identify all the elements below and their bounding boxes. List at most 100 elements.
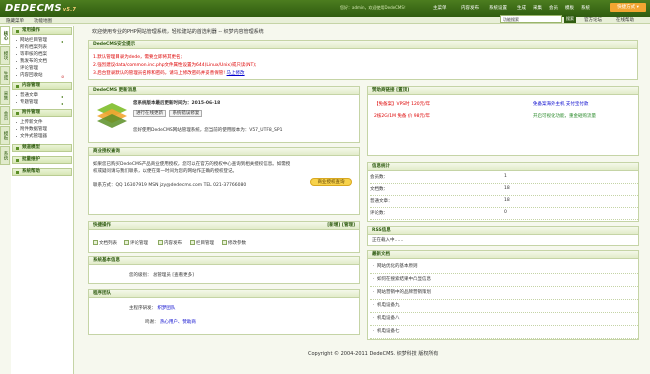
nav-template[interactable]: 模板	[562, 4, 577, 13]
online-update-button[interactable]: 进行在线更新	[133, 110, 166, 117]
vtab-system[interactable]: 系统	[0, 146, 10, 165]
license-text: 如果您已购买DedeCMS产品商业使用授权，您可以在官方的授权中心查询到相关授权…	[93, 162, 291, 174]
security-line-1: 1.默认管理目录为dede，需要立即将其更名;	[93, 55, 183, 60]
quick-actions[interactable]: [新增] [管理]	[327, 222, 355, 230]
welcome-text: 欢迎使用专业的PHP网站管理系统，轻松建站的首选利器 -- 织梦内容管理系统	[92, 29, 264, 35]
hide-menu-link[interactable]: 隐藏菜单	[6, 18, 24, 24]
vertical-tabs: 核心 模块 生成 采集 会员 模板 系统	[0, 26, 10, 166]
update-buttons: 进行在线更新 系统错误修复	[133, 110, 204, 117]
team-title: 程序团队	[89, 290, 359, 298]
news-item[interactable]: 如何在搜索结果中凸显信息	[370, 274, 638, 287]
license-contact: 联系方式：QQ 16307919 MSN jzy@dedecms.com TEL…	[93, 183, 247, 188]
menu-item[interactable]: 普通文章 ◂	[11, 92, 73, 99]
publish-icon	[158, 240, 163, 245]
quick-item-publish[interactable]: 内容发布	[158, 240, 182, 246]
nav-main-menu[interactable]: 主菜单	[430, 4, 450, 13]
news-item[interactable]: 网站营销中的品牌营销策划	[370, 287, 638, 300]
menu-item[interactable]: 等审核的档案	[11, 51, 73, 58]
news-item[interactable]: 机电设备七	[370, 326, 638, 339]
menu-item[interactable]: 网站栏目管理 ◂	[11, 37, 73, 44]
version-note: 您好使用DedeCMS网站管理系统，您当前的使用版本为：V57_UTF8_SP1	[133, 128, 283, 133]
menu-item[interactable]: 所有档案列表	[11, 44, 73, 51]
help-link[interactable]: 在线帮助	[616, 17, 634, 23]
license-query-button[interactable]: 商业授权查询	[310, 178, 352, 186]
menu-item[interactable]: 上传新文件	[11, 119, 73, 126]
quick-item-comments[interactable]: 评论管理	[124, 240, 148, 246]
stats-title: 信息统计	[368, 163, 638, 171]
news-item[interactable]: 机电设备八	[370, 313, 638, 326]
footer-copyright: Copyright © 2004-2011 DedeCMS. 织梦科技 版权所有	[308, 351, 439, 357]
security-title: DedeCMS安全提示	[89, 41, 637, 49]
menu-item[interactable]: 我发布的文档	[11, 58, 73, 65]
quick-title: 快捷操作 [新增] [管理]	[89, 222, 359, 230]
stat-row: 文档数： 18	[370, 186, 638, 196]
dedecms-logo-icon	[97, 103, 127, 128]
left-menu: 常用操作 网站栏目管理 ◂ 所有档案列表 等审核的档案 我发布的文档 评论管理 内…	[11, 26, 74, 374]
menu-item[interactable]: 附件数据管理	[11, 126, 73, 133]
document-icon	[93, 240, 98, 245]
menu-group-batch[interactable]: 批量维护	[12, 156, 72, 164]
vtab-generate[interactable]: 生成	[0, 66, 10, 85]
menu-group-attachment[interactable]: 附件管理	[12, 109, 72, 117]
search-input[interactable]: 功能搜索	[500, 15, 562, 23]
vtab-member[interactable]: 会员	[0, 106, 10, 125]
nav-collect[interactable]: 采集	[530, 4, 545, 13]
nav-system[interactable]: 系统设置	[486, 4, 510, 13]
menu-group-channel[interactable]: 频道模型	[12, 144, 72, 152]
stat-row: 会员数： 1	[370, 174, 638, 184]
nav-content[interactable]: 内容发布	[458, 4, 482, 13]
nav-generate[interactable]: 生成	[514, 4, 529, 13]
logo: DEDECMSv5.7	[5, 3, 77, 14]
ad-link-2[interactable]: 免备案海外主机 支付宝付款	[533, 101, 588, 107]
recycle-icon: ⊘	[61, 74, 65, 79]
menu-group-common[interactable]: 常用操作	[12, 27, 72, 35]
stat-row: 普通文章： 18	[370, 198, 638, 208]
menu-item[interactable]: 内容回收站 ⊘	[11, 72, 73, 79]
news-title: 最新文档	[368, 251, 638, 259]
comment-icon	[124, 240, 129, 245]
quick-item-docs[interactable]: 文档列表	[93, 240, 117, 246]
add-icon[interactable]: ◂	[61, 100, 65, 106]
team-link[interactable]: 织梦团队	[157, 306, 175, 311]
change-password-link[interactable]: 马上修改	[227, 71, 245, 76]
menu-item[interactable]: 文件式管理器	[11, 133, 73, 140]
ads-panel: 赞助商链接 [置顶] 【免备案】VPS时 120元/年 免备案海外主机 支付宝付…	[367, 86, 639, 156]
rss-loading: 正在载入中……	[372, 238, 404, 243]
quick-panel: 快捷操作 [新增] [管理]	[88, 221, 360, 253]
menu-item[interactable]: 评论管理	[11, 65, 73, 72]
function-map-link[interactable]: 功能地图	[34, 18, 52, 24]
nav-system-2[interactable]: 系统	[578, 4, 593, 13]
add-icon[interactable]: ◂	[61, 93, 65, 99]
forum-link[interactable]: 官方论坛	[584, 17, 602, 23]
ads-title: 赞助商链接 [置顶]	[368, 87, 638, 95]
sysinfo-title: 系统基本信息	[89, 257, 359, 265]
vtab-template[interactable]: 模板	[0, 126, 10, 145]
sysinfo-value[interactable]: 总管理员 [查看更多]	[153, 273, 194, 278]
shortcut-button[interactable]: 快捷方式 ▾	[610, 3, 646, 12]
team-row-2: 鸣谢： 热心用户、赞助商	[145, 320, 196, 325]
stat-row: 评论数： 0	[370, 210, 638, 220]
nav-member[interactable]: 会员	[546, 4, 561, 13]
vtab-module[interactable]: 模块	[0, 46, 10, 65]
vtab-collect[interactable]: 采集	[0, 86, 10, 105]
security-line-3: 3.后台登录默认的管理员名称和密码，请马上修改密码并妥善保管! 马上修改	[93, 71, 245, 76]
menu-group-help[interactable]: 系统帮助	[12, 168, 72, 176]
menu-group-content[interactable]: 内容管理	[12, 82, 72, 90]
news-item[interactable]: 网站优化的基本原则	[370, 261, 638, 274]
rss-panel: RSS信息 正在载入中……	[367, 226, 639, 246]
thanks-link[interactable]: 热心用户、赞助商	[160, 320, 196, 325]
ad-link-3[interactable]: 2核2G/1M 免备 价 98元/年	[374, 113, 430, 119]
error-repair-button[interactable]: 系统错误修复	[169, 110, 203, 117]
quick-item-params[interactable]: 修改参数	[222, 240, 246, 246]
sysinfo-panel: 系统基本信息 您的级别： 总管理员 [查看更多]	[88, 256, 360, 284]
news-item[interactable]: 机电设备九	[370, 300, 638, 313]
column-icon	[190, 240, 195, 245]
ad-link-4[interactable]: 开启可视化功能，重金砸购流量	[533, 113, 596, 119]
security-line-2: 2.强烈建议data/common.inc.php文件属性设置为644(Linu…	[93, 63, 257, 68]
quick-item-columns[interactable]: 栏目管理	[190, 240, 214, 246]
vtab-core[interactable]: 核心	[0, 26, 10, 45]
ad-link-1[interactable]: 【免备案】VPS时 120元/年	[374, 101, 430, 107]
search-button[interactable]: 搜索	[564, 15, 576, 23]
menu-item[interactable]: 专题管理 ◂	[11, 99, 73, 106]
add-icon[interactable]: ◂	[61, 38, 65, 44]
